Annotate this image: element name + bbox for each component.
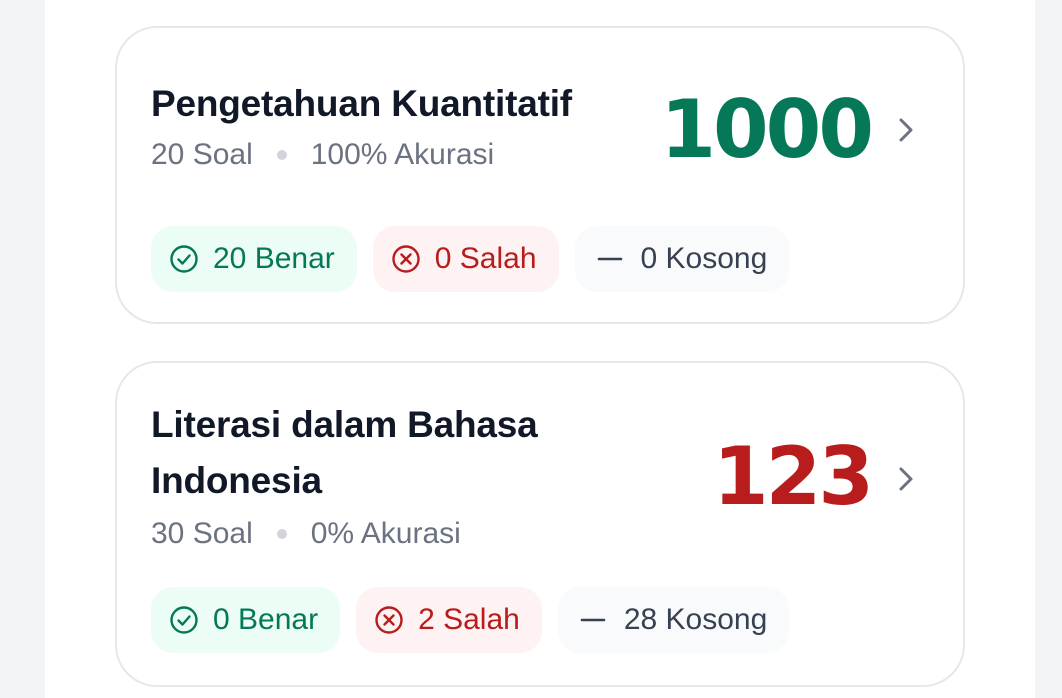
chevron-right-icon[interactable]: [893, 114, 919, 146]
dash-icon: [597, 257, 622, 261]
subtest-card-literasi-bahasa-indonesia[interactable]: Literasi dalam Bahasa Indonesia 30 Soal …: [115, 361, 965, 687]
separator-dot: [276, 150, 287, 160]
wrong-count: 0 Salah: [434, 242, 537, 275]
subtest-meta: 30 Soal 0% Akurasi: [151, 517, 461, 551]
answer-summary: 20 Benar 0 Salah 0 Kosong: [151, 226, 790, 292]
subtest-meta: 20 Soal 100% Akurasi: [151, 138, 494, 172]
empty-badge: 0 Kosong: [574, 226, 790, 292]
separator-dot: [276, 529, 287, 539]
check-circle-icon: [170, 245, 198, 273]
empty-badge: 28 Kosong: [557, 587, 790, 653]
wrong-badge: 2 Salah: [356, 587, 542, 653]
question-count: 20 Soal: [151, 138, 253, 171]
subtest-score: 123: [713, 430, 874, 523]
correct-badge: 0 Benar: [151, 587, 341, 653]
answer-summary: 0 Benar 2 Salah 28 Kosong: [151, 587, 790, 653]
subtest-score: 1000: [660, 83, 874, 176]
dash-icon: [580, 618, 606, 622]
correct-count: 20 Benar: [213, 242, 335, 275]
wrong-badge: 0 Salah: [372, 226, 559, 292]
question-count: 30 Soal: [151, 517, 253, 550]
correct-count: 0 Benar: [213, 603, 319, 636]
accuracy: 100% Akurasi: [310, 138, 495, 171]
x-circle-icon: [392, 245, 420, 273]
subtest-title: Pengetahuan Kuantitatif: [151, 83, 572, 124]
check-circle-icon: [170, 606, 198, 634]
accuracy: 0% Akurasi: [310, 517, 461, 550]
empty-count: 0 Kosong: [640, 242, 768, 275]
chevron-right-icon[interactable]: [893, 463, 919, 495]
results-page: Pengetahuan Kuantitatif 20 Soal 100% Aku…: [45, 0, 1035, 698]
subtest-title: Literasi dalam Bahasa Indonesia: [151, 404, 538, 501]
correct-badge: 20 Benar: [151, 226, 357, 292]
empty-count: 28 Kosong: [623, 603, 768, 636]
subtest-card-pengetahuan-kuantitatif[interactable]: Pengetahuan Kuantitatif 20 Soal 100% Aku…: [115, 26, 965, 324]
wrong-count: 2 Salah: [418, 603, 520, 636]
x-circle-icon: [375, 606, 403, 634]
